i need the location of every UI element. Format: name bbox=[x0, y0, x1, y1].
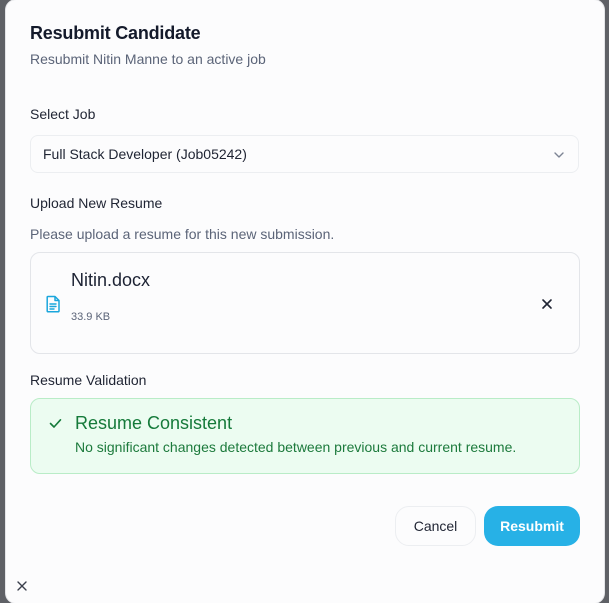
chevron-down-icon bbox=[554, 152, 564, 158]
uploaded-file-card: Nitin.docx 33.9 KB bbox=[30, 252, 580, 354]
remove-file-close-icon[interactable] bbox=[540, 297, 554, 311]
dialog-title: Resubmit Candidate bbox=[30, 23, 201, 43]
validation-message: No significant changes detected between … bbox=[75, 439, 517, 455]
resubmit-button[interactable]: Resubmit bbox=[484, 506, 580, 546]
resubmit-dialog: Resubmit Candidate Resubmit Nitin Manne … bbox=[6, 0, 604, 603]
validation-status-box: Resume Consistent No significant changes… bbox=[30, 398, 580, 474]
upload-hint: Please upload a resume for this new subm… bbox=[30, 226, 335, 242]
document-icon bbox=[46, 295, 60, 313]
job-select[interactable]: Full Stack Developer (Job05242) bbox=[30, 135, 579, 173]
validation-title: Resume Consistent bbox=[75, 413, 233, 433]
dialog-close-icon[interactable] bbox=[16, 580, 28, 592]
file-name: Nitin.docx bbox=[71, 270, 151, 290]
upload-resume-label: Upload New Resume bbox=[30, 195, 163, 211]
dialog-subtitle: Resubmit Nitin Manne to an active job bbox=[30, 51, 266, 67]
select-job-label: Select Job bbox=[30, 106, 96, 122]
cancel-button[interactable]: Cancel bbox=[395, 506, 476, 546]
resume-validation-label: Resume Validation bbox=[30, 372, 147, 388]
file-size: 33.9 KB bbox=[71, 311, 111, 323]
job-select-value: Full Stack Developer (Job05242) bbox=[43, 146, 247, 162]
check-icon bbox=[49, 419, 62, 428]
